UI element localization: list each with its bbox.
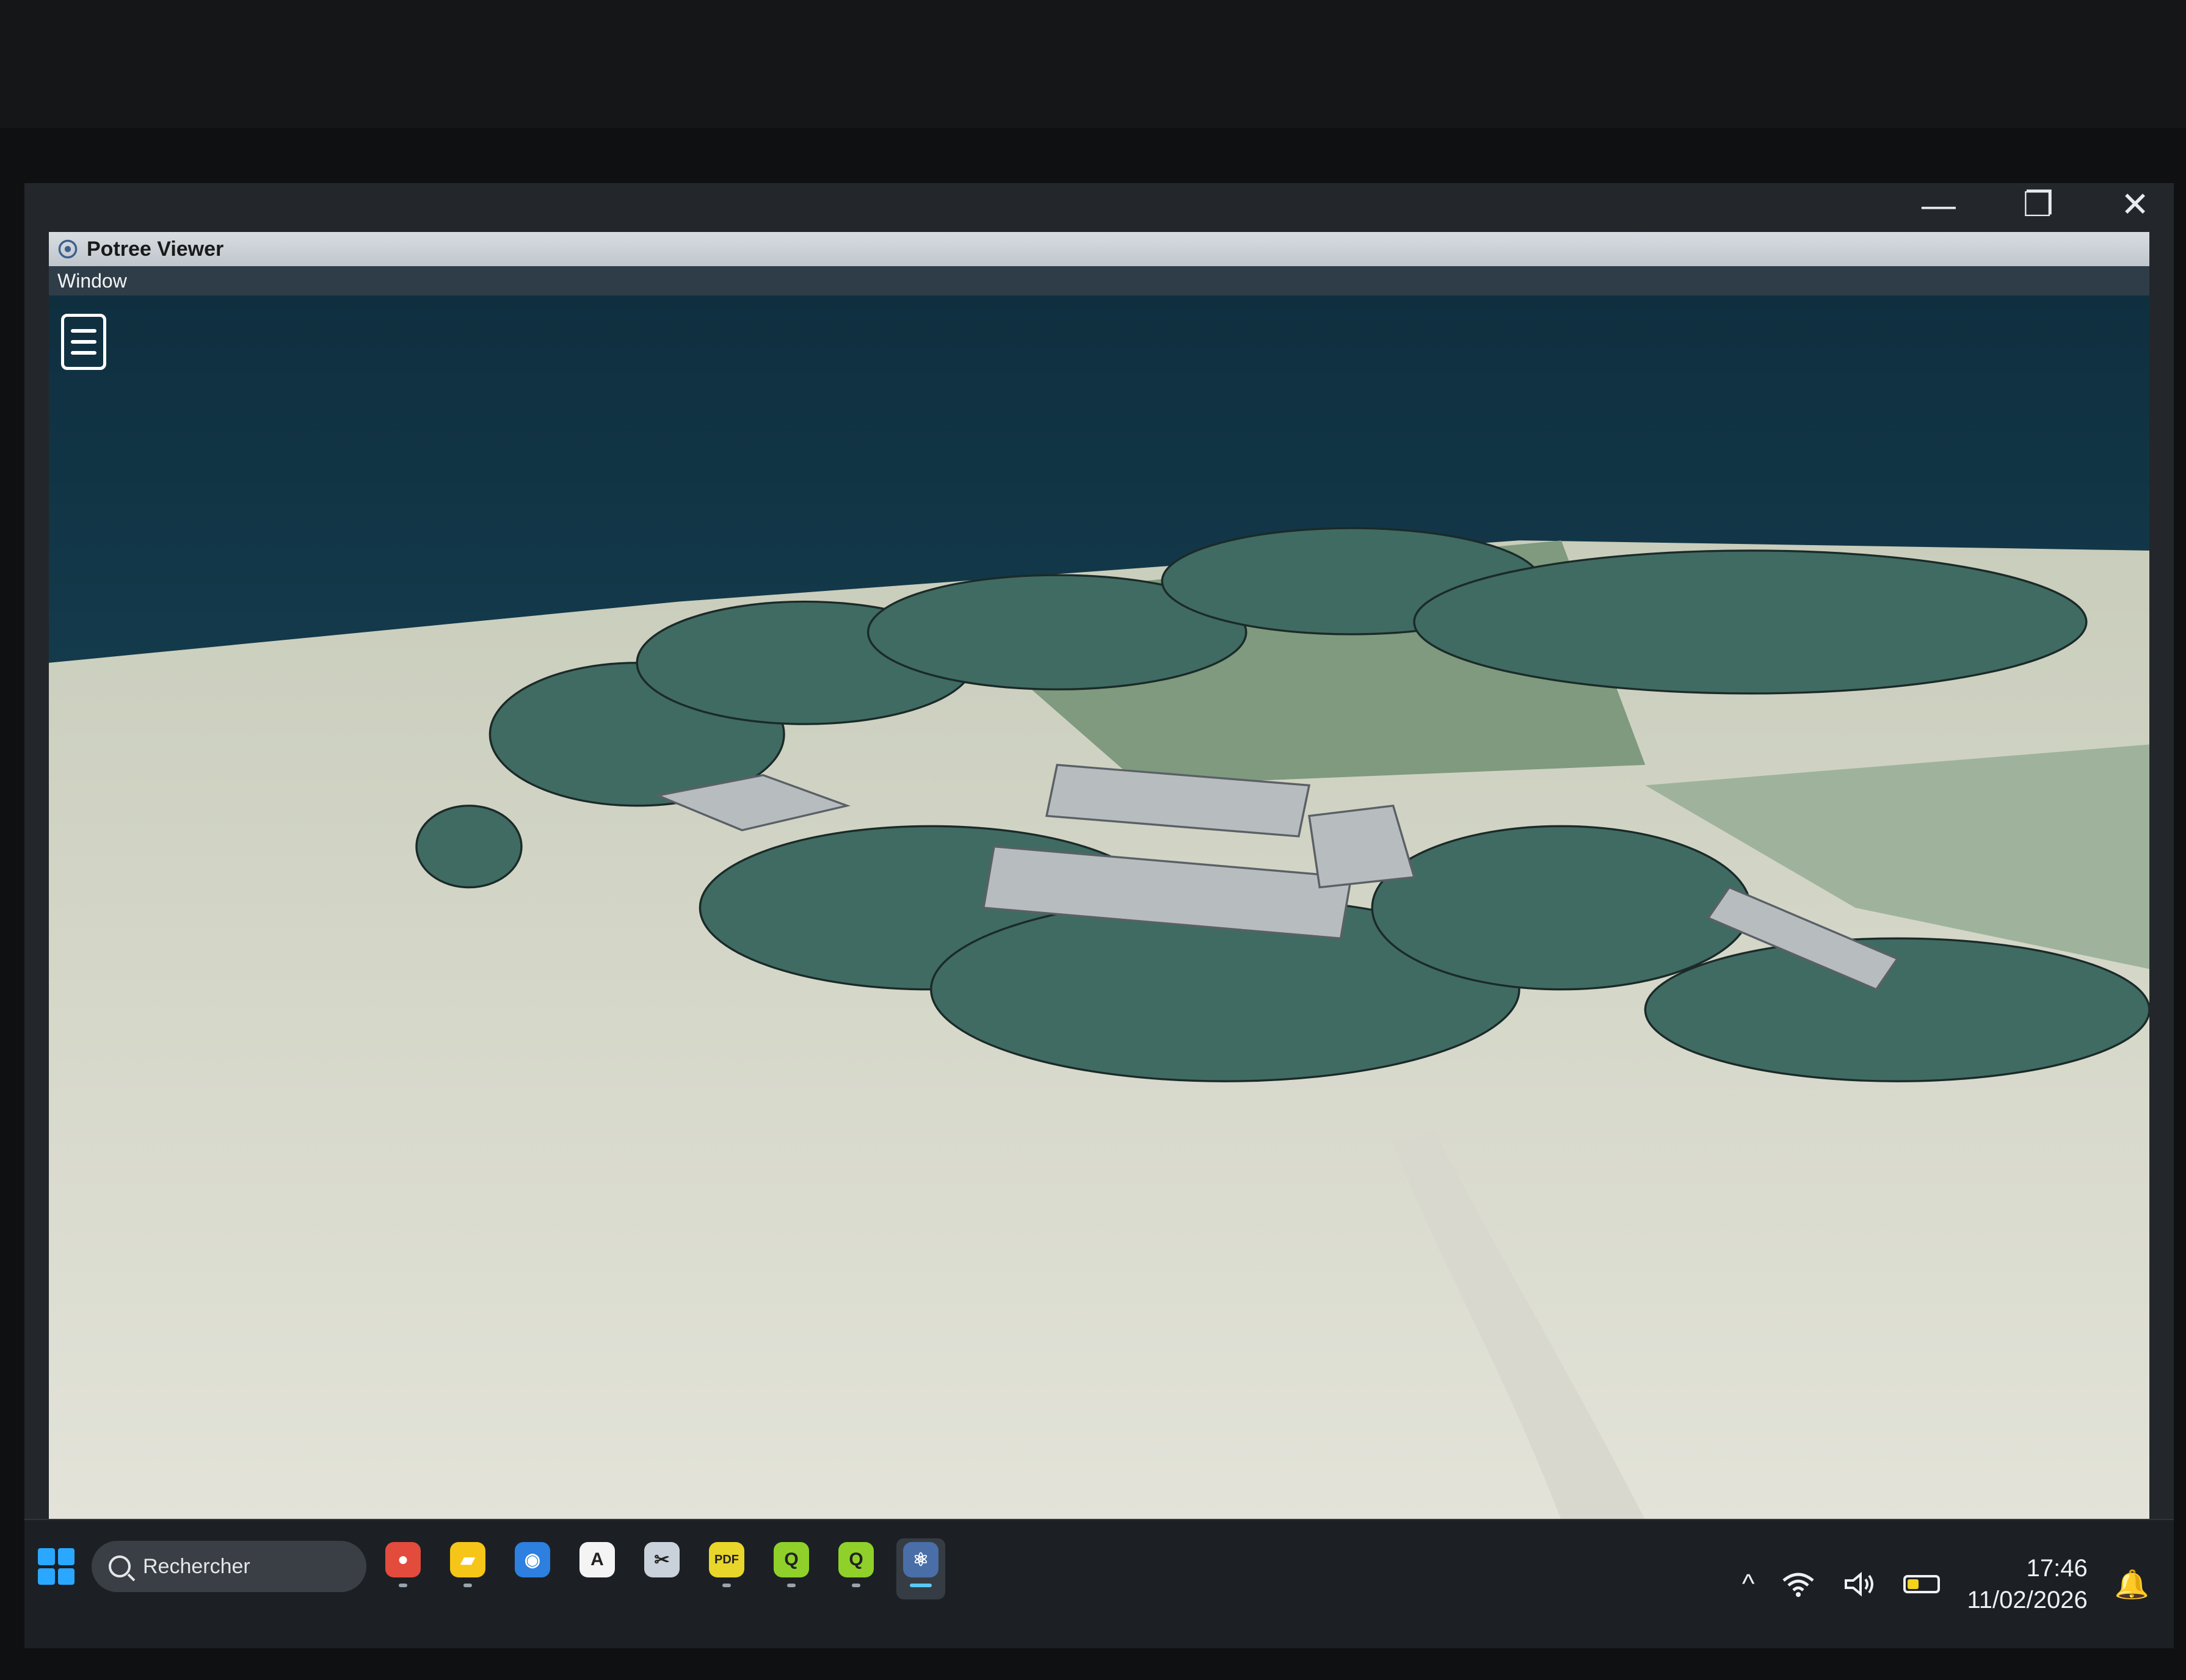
window-controls: — ❐ ✕ <box>1922 183 2149 226</box>
running-indicator <box>787 1584 796 1587</box>
battery-level <box>1908 1579 1919 1589</box>
qgis-1-taskbar-button[interactable]: Q <box>767 1538 816 1599</box>
potree-icon: ⚛ <box>903 1542 939 1577</box>
running-indicator <box>399 1584 407 1587</box>
wifi-icon[interactable] <box>1781 1571 1815 1598</box>
time: 17:46 <box>2026 1555 2088 1582</box>
window-titlebar[interactable]: Potree Viewer <box>49 232 2149 266</box>
close-button[interactable]: ✕ <box>2121 184 2149 225</box>
point-cloud-viewport[interactable] <box>49 295 2149 1520</box>
clock[interactable]: 17:46 11/02/2026 <box>1967 1552 2087 1616</box>
restore-button[interactable]: ❐ <box>2023 184 2053 225</box>
menu-bar: Window <box>49 266 2149 295</box>
folder-icon: ▰ <box>450 1542 485 1577</box>
taskbar-search[interactable] <box>92 1541 366 1592</box>
sidebar-menu-button[interactable] <box>61 314 106 370</box>
windows-tile <box>38 1548 55 1565</box>
chevron-up-icon[interactable]: ^ <box>1742 1569 1755 1599</box>
file-explorer-taskbar-button[interactable]: ▰ <box>443 1538 492 1599</box>
windows-tile <box>38 1568 55 1585</box>
windows-tile <box>57 1548 74 1565</box>
menu-item-window[interactable]: Window <box>57 270 127 292</box>
potree-window: Potree Viewer Window <box>49 232 2149 1520</box>
pdf-tool-taskbar-button[interactable]: PDF <box>702 1538 751 1599</box>
potree-logo-icon <box>58 239 78 259</box>
date: 11/02/2026 <box>1967 1587 2088 1613</box>
window-title: Potree Viewer <box>87 237 224 261</box>
monitor-bezel: — ❐ ✕ Potree Viewer Window Rechercher ● … <box>0 128 2186 1680</box>
running-indicator <box>463 1584 472 1587</box>
pdf-icon: PDF <box>709 1542 744 1577</box>
firefox-icon: ◉ <box>515 1542 550 1577</box>
potree-taskbar-button[interactable]: ⚛ <box>896 1538 945 1599</box>
taskbar: ● ▰ ◉ A ✂ PDF QQ ⚛ ^ 17:46 <box>24 1519 2174 1648</box>
a-icon: A <box>579 1542 615 1577</box>
chrome-dev-taskbar-button[interactable]: ● <box>379 1538 427 1599</box>
start-windows-icon[interactable] <box>38 1548 74 1585</box>
search-icon <box>109 1555 131 1577</box>
app-a-taskbar-button[interactable]: A <box>573 1538 622 1599</box>
running-indicator <box>852 1584 860 1587</box>
chrome-icon: ● <box>385 1542 421 1577</box>
battery-icon[interactable] <box>1903 1575 1941 1593</box>
running-indicator <box>722 1584 731 1587</box>
search-input[interactable] <box>142 1554 340 1579</box>
point-cloud-scene[interactable] <box>49 295 2149 1520</box>
system-tray: ^ 17:46 11/02/2026 🔔 <box>1742 1532 2149 1636</box>
running-indicator <box>910 1584 932 1587</box>
windows-tile <box>57 1568 74 1585</box>
minimize-button[interactable]: — <box>1922 185 1956 225</box>
menu-line <box>71 329 96 333</box>
snipping-tool-taskbar-button[interactable]: ✂ <box>637 1538 686 1599</box>
pinned-apps: ● ▰ ◉ A ✂ PDF Q Q ⚛ <box>379 1538 945 1612</box>
firefox-taskbar-button[interactable]: ◉ <box>508 1538 557 1599</box>
snip-icon: ✂ <box>644 1542 680 1577</box>
notification-icon[interactable]: 🔔 <box>2115 1568 2149 1601</box>
qgis-2-taskbar-button[interactable]: Q <box>832 1538 881 1599</box>
volume-icon[interactable] <box>1842 1571 1876 1598</box>
qgis-icon: Q <box>774 1542 809 1577</box>
desktop-screen: — ❐ ✕ Potree Viewer Window Rechercher ● … <box>24 183 2174 1648</box>
menu-line <box>71 340 96 344</box>
menu-line <box>71 351 96 355</box>
qgis-icon: Q <box>838 1542 874 1577</box>
